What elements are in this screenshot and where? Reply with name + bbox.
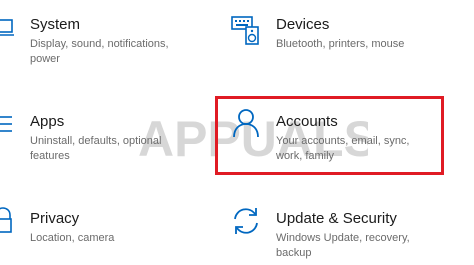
lock-icon [0,207,12,233]
laptop-icon [0,19,14,36]
tile-description: Location, camera [30,232,115,244]
list-icon [0,116,12,132]
tile-title: Devices [276,16,330,33]
tile-title: System [30,16,81,33]
settings-tile-system[interactable]: System Display, sound, notifications, po… [0,6,210,71]
tile-title: Privacy [30,210,80,227]
tile-description: Uninstall, defaults, optional features [30,135,162,162]
tile-description: Windows Update, recovery, backup [276,232,410,259]
sync-icon [234,208,258,234]
tile-description: Display, sound, notifications, power [30,38,169,65]
keyboard-speaker-icon [231,16,259,45]
tile-title: Apps [30,113,65,130]
tile-title: Update & Security [276,210,397,227]
tile-description: Bluetooth, printers, mouse [276,38,405,50]
settings-tile-apps[interactable]: Apps Uninstall, defaults, optional featu… [0,104,210,169]
settings-tile-privacy[interactable]: Privacy Location, camera [0,203,210,263]
settings-tile-devices[interactable]: Devices Bluetooth, printers, mouse [228,6,468,71]
settings-tile-update-security[interactable]: Update & Security Windows Update, recove… [228,203,468,263]
highlight-box [215,96,444,175]
